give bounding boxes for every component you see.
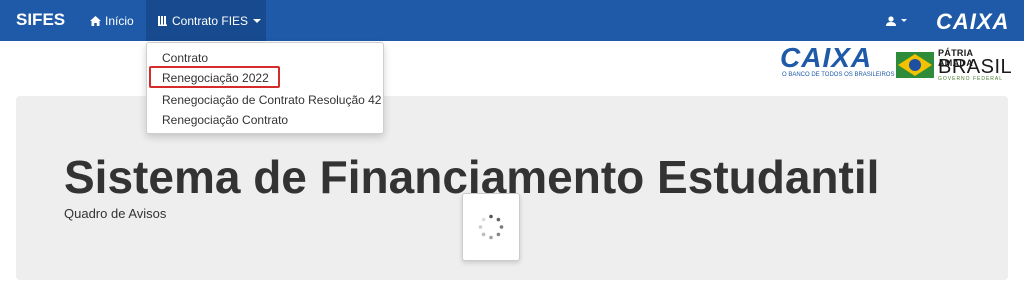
menu-item-renegociacao-resolucao-42[interactable]: Renegociação de Contrato Resolução 42 (162, 93, 381, 107)
spinner-icon (478, 214, 504, 240)
caixa-logo-word: CAIXA (780, 42, 873, 73)
caixa-brand-logo: CAIXA O BANCO DE TODOS OS BRASILEIROS (780, 42, 894, 82)
user-icon (885, 15, 896, 26)
menu-item-renegociacao-2022[interactable]: Renegociação 2022 (162, 71, 269, 85)
caixa-logo: CAIXA (936, 9, 1010, 34)
page-subtitle: Quadro de Avisos (64, 206, 167, 221)
chevron-down-icon (900, 19, 907, 22)
brand-link[interactable]: SIFES (16, 10, 65, 30)
nav-contrato-label: Contrato FIES (172, 13, 249, 28)
chevron-down-icon (253, 18, 262, 23)
book-icon (158, 15, 167, 26)
menu-item-contrato[interactable]: Contrato (162, 51, 208, 65)
nav-contrato-fies[interactable]: Contrato FIES (146, 0, 266, 41)
brazil-flag-icon (896, 52, 934, 78)
loading-indicator (462, 193, 520, 261)
contrato-dropdown-menu: Contrato Renegociação 2022 Renegociação … (146, 42, 384, 134)
menu-item-renegociacao-contrato[interactable]: Renegociação Contrato (162, 113, 288, 127)
nav-home-label: Início (105, 13, 134, 28)
logo-line-governo: GOVERNO FEDERAL (938, 76, 1004, 82)
caixa-logo-tagline: O BANCO DE TODOS OS BRASILEIROS (782, 72, 895, 78)
user-menu-button[interactable] (876, 0, 916, 41)
home-icon (90, 15, 101, 26)
top-navbar: SIFES Início Contrato FIES CAIXA (0, 0, 1024, 41)
governo-federal-logo: PÁTRIA AMADA BRASIL GOVERNO FEDERAL (896, 46, 1012, 84)
nav-home[interactable]: Início (90, 0, 134, 41)
